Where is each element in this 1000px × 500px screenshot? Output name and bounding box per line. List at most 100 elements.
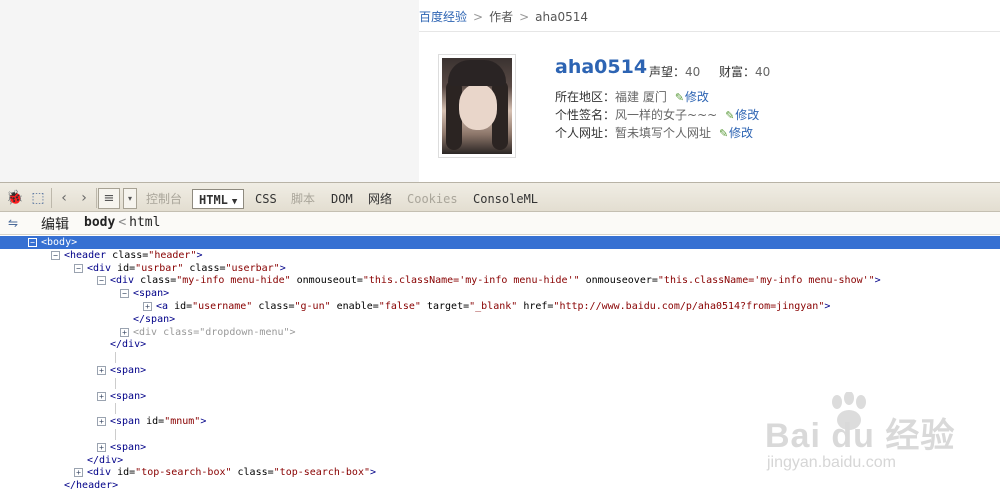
tree-node[interactable]: + <span> xyxy=(0,441,1000,454)
tab-script[interactable]: 脚本 xyxy=(287,189,319,209)
collapse-icon[interactable]: − xyxy=(97,276,106,286)
tree-node[interactable] xyxy=(0,351,1000,364)
tree-guide-line xyxy=(115,352,116,364)
markup-attr: href= xyxy=(517,301,554,312)
tab-css[interactable]: CSS xyxy=(251,189,281,209)
tree-node-markup: <div id="usrbar" class="userbar"> xyxy=(87,262,286,275)
tree-node[interactable]: </div> xyxy=(0,338,1000,351)
chevron-down-icon: ▼ xyxy=(231,197,238,207)
markup-tag: <div xyxy=(110,275,141,287)
tab-dom[interactable]: DOM xyxy=(327,189,357,209)
tree-node[interactable]: + <span> xyxy=(0,364,1000,377)
markup-tag: <span> xyxy=(133,288,170,300)
tab-cookies[interactable]: Cookies xyxy=(403,189,462,209)
homepage-row: 个人网址：暂未填写个人网址 ✎修改 xyxy=(555,124,753,141)
tab-html[interactable]: HTML ▼ xyxy=(192,189,245,209)
tree-node[interactable]: − <body> xyxy=(0,236,1000,249)
expand-icon[interactable]: + xyxy=(97,391,106,401)
tree-node[interactable]: − <div class="my-info menu-hide" onmouseo… xyxy=(0,274,1000,287)
edit-location-link[interactable]: ✎修改 xyxy=(675,90,709,104)
markup-tag: </div> xyxy=(87,454,124,466)
list-icon[interactable]: ≡ xyxy=(98,188,120,209)
edit-button[interactable]: 编辑 xyxy=(41,214,69,234)
tree-node[interactable]: </header> xyxy=(0,479,1000,492)
tree-guide-line xyxy=(115,429,116,440)
collapse-icon[interactable]: − xyxy=(51,250,60,260)
markup-aval: "mnum" xyxy=(164,416,201,428)
expand-icon[interactable]: + xyxy=(143,302,152,311)
edit-homepage-link[interactable]: ✎修改 xyxy=(719,126,753,140)
crumb-html[interactable]: html xyxy=(129,215,160,230)
markup-attr: class= xyxy=(231,467,274,479)
expand-icon[interactable]: + xyxy=(120,327,129,337)
markup-aval: "this.className='my-info menu-show'" xyxy=(657,275,875,287)
crumb-body[interactable]: body xyxy=(84,215,115,230)
node-breadcrumb: body < html xyxy=(84,215,160,230)
tree-node-markup: <span> xyxy=(133,287,169,300)
avatar[interactable] xyxy=(438,54,516,158)
edit-label: 修改 xyxy=(684,90,709,104)
markup-aval: "g-un" xyxy=(294,301,331,312)
location-label: 所在地区： xyxy=(555,90,616,104)
chevron-right-icon: > xyxy=(519,10,530,24)
breadcrumb-current: aha0514 xyxy=(535,10,589,24)
chevron-left-icon: < xyxy=(118,215,127,230)
markup-attr: class= xyxy=(140,275,177,287)
expand-icon[interactable]: + xyxy=(97,366,106,375)
markup-aval: "usrbar" xyxy=(135,262,184,274)
chevron-right-icon: > xyxy=(473,10,484,24)
collapse-icon[interactable]: − xyxy=(28,238,37,247)
markup-attr: id= xyxy=(174,301,193,312)
expand-icon[interactable]: + xyxy=(97,442,106,452)
pencil-icon: ✎ xyxy=(719,127,729,140)
markup-aval: "my-info menu-hide" xyxy=(176,275,291,287)
break-on-mutate-icon[interactable]: ⇋ xyxy=(8,216,18,230)
breadcrumb-root-link[interactable]: 百度经验 xyxy=(419,10,467,24)
tree-node[interactable]: </div> xyxy=(0,454,1000,467)
tree-node[interactable]: − <header class="header"> xyxy=(0,249,1000,262)
tab-console[interactable]: 控制台 xyxy=(142,189,186,209)
tree-node-markup: </div> xyxy=(110,338,146,351)
markup-aval: "header" xyxy=(148,249,197,261)
tree-node[interactable] xyxy=(0,377,1000,390)
tree-node[interactable] xyxy=(0,402,1000,415)
tree-node[interactable]: </span> xyxy=(0,313,1000,326)
tree-node[interactable]: + <span> xyxy=(0,390,1000,403)
profile-username[interactable]: aha0514 xyxy=(555,56,647,78)
markup-attr: id= xyxy=(117,262,136,274)
tab-network[interactable]: 网络 xyxy=(364,189,396,209)
tree-node[interactable]: + <div class="dropdown-menu"> xyxy=(0,326,1000,339)
forward-icon[interactable]: › xyxy=(75,189,93,207)
tree-node[interactable] xyxy=(0,428,1000,441)
markup-tag: > xyxy=(824,301,831,312)
collapse-icon[interactable]: − xyxy=(120,289,129,299)
expand-icon[interactable]: + xyxy=(97,417,106,427)
collapse-icon[interactable]: − xyxy=(74,263,83,273)
markup-tag: <span> xyxy=(110,441,147,453)
back-icon[interactable]: ‹ xyxy=(55,189,73,207)
tab-consoleml[interactable]: ConsoleML xyxy=(469,189,542,209)
pencil-icon: ✎ xyxy=(725,109,735,122)
devtools-subtoolbar: ⇋ 编辑 body < html xyxy=(0,212,1000,235)
tree-node-markup: <div class="dropdown-menu"> xyxy=(133,326,296,339)
inspect-icon[interactable]: 🐞 xyxy=(6,189,24,207)
edit-label: 修改 xyxy=(735,108,760,122)
tree-node[interactable]: − <div id="usrbar" class="userbar"> xyxy=(0,262,1000,275)
pencil-icon: ✎ xyxy=(674,91,685,104)
tree-node-markup: <body> xyxy=(41,236,77,249)
select-element-icon[interactable]: ⬚ xyxy=(29,189,47,207)
location-row: 所在地区：福建 厦门 ✎修改 xyxy=(555,88,709,105)
expand-icon[interactable]: + xyxy=(74,468,83,478)
dropdown-arrow-icon[interactable]: ▾ xyxy=(123,188,137,209)
html-tree: − <body> − <header class="header"> − <div id=… xyxy=(0,235,1000,500)
tree-node[interactable]: − <span> xyxy=(0,287,1000,300)
homepage-value: 暂未填写个人网址 xyxy=(615,126,712,140)
tree-node[interactable]: + <div id="top-search-box" class="top-sea… xyxy=(0,466,1000,479)
tree-node[interactable]: + <span id="mnum"> xyxy=(0,415,1000,428)
breadcrumb: 百度经验 > 作者 > aha0514 xyxy=(419,4,588,30)
markup-aval: "userbar" xyxy=(225,262,280,274)
markup-aval: "http://www.baidu.com/p/aha0514?from=jin… xyxy=(553,301,825,312)
markup-tag: <div xyxy=(87,467,118,479)
tree-node[interactable]: + <a id="username" class="g-un" enable="f… xyxy=(0,300,1000,313)
edit-signature-link[interactable]: ✎修改 xyxy=(725,108,759,122)
